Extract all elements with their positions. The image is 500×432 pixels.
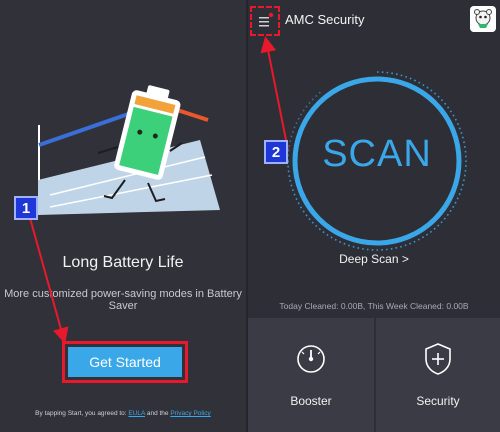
gauge-icon (297, 345, 325, 373)
booster-label: Booster (290, 394, 332, 408)
step-1-badge: 1 (14, 196, 38, 220)
terms-and: and the (146, 410, 169, 417)
scan-button[interactable]: SCAN (282, 133, 472, 176)
booster-tile[interactable]: Booster (248, 318, 374, 432)
onboarding-title: Long Battery Life (62, 254, 184, 271)
onboarding-subtitle: More customized power-saving modes in Ba… (4, 288, 242, 312)
shield-plus-icon (425, 343, 451, 375)
security-label: Security (416, 394, 460, 408)
terms-text: By tapping Start, you agreed to: EULA an… (0, 410, 246, 417)
privacy-policy-link[interactable]: Privacy Policy (170, 410, 210, 417)
step-2-badge: 2 (264, 140, 288, 164)
security-tile[interactable]: Security (376, 318, 500, 432)
eula-link[interactable]: EULA (128, 410, 145, 417)
get-started-highlight (62, 341, 188, 383)
mascot-icon[interactable] (470, 6, 496, 32)
battery-illustration-icon (38, 85, 220, 215)
app-screens: Long Battery Life More customized power-… (0, 0, 500, 432)
cleaned-stats: Today Cleaned: 0.00B, This Week Cleaned:… (279, 301, 469, 311)
terms-prefix: By tapping Start, you agreed to: (35, 410, 127, 417)
menu-highlight (250, 6, 280, 36)
app-title: AMC Security (285, 12, 365, 27)
deep-scan-link[interactable]: Deep Scan > (248, 252, 500, 266)
